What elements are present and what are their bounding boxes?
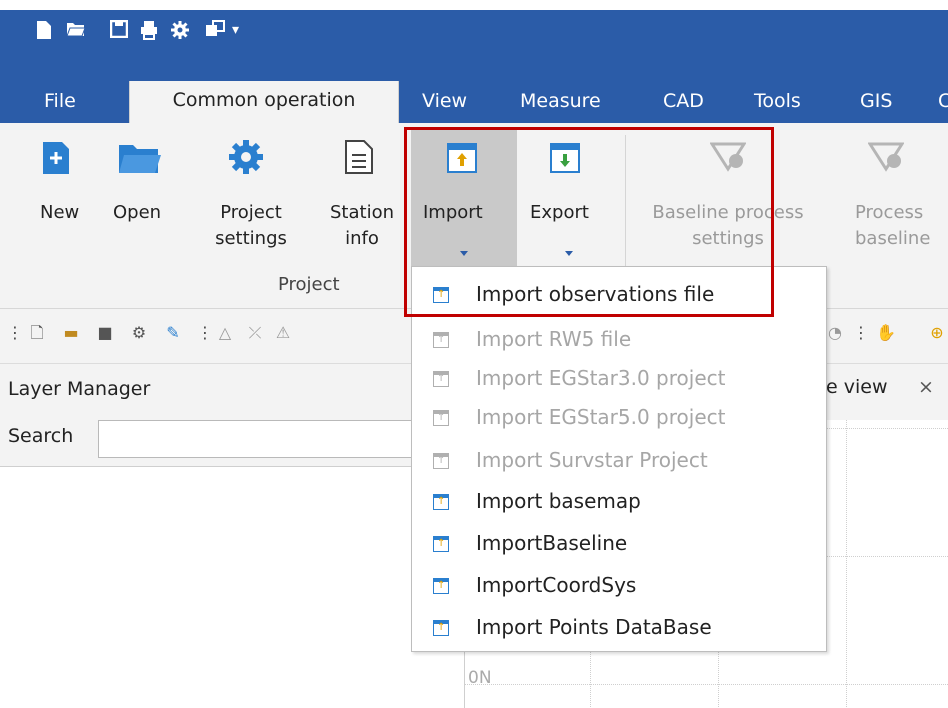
pan-hand-icon[interactable]: ✋: [876, 324, 896, 342]
new-file-icon[interactable]: [36, 20, 52, 45]
highlight-box: [404, 127, 774, 317]
import-file-icon: ↑: [433, 332, 449, 348]
view-tab-label[interactable]: e view: [826, 376, 887, 398]
edit-doc-small-icon[interactable]: ✎: [164, 324, 182, 342]
toolbar-separator-2-icon: ⋮: [853, 323, 869, 342]
menu-item-label: Import EGStar3.0 project: [476, 366, 726, 390]
gear-icon[interactable]: [228, 139, 264, 179]
toolbar-separator-icon: ⋮: [197, 323, 213, 342]
layer-search-input[interactable]: [98, 420, 464, 458]
settings-icon[interactable]: [170, 20, 190, 45]
grid-line-h3: [465, 684, 948, 685]
import-file-icon: ↑: [433, 410, 449, 426]
window-icon[interactable]: [205, 20, 225, 43]
process-baseline-button[interactable]: Process baseline: [855, 200, 948, 252]
menu-item-import-egstar3[interactable]: ↑ Import EGStar3.0 project: [412, 362, 826, 394]
import-dropdown-menu: ↑ Import observations file ↑ Import RW5 …: [411, 266, 827, 652]
process-baseline-line2: baseline: [855, 228, 931, 249]
baseline-tool-2-icon[interactable]: ⤫: [246, 324, 264, 342]
tool-partial-icon[interactable]: ◔: [826, 324, 844, 342]
grid-line-v3: [846, 420, 847, 707]
layer-tree-panel[interactable]: [0, 466, 465, 708]
station-info-line1: Station: [330, 202, 394, 223]
menu-item-label: Import RW5 file: [476, 327, 632, 351]
top-strip: [0, 0, 948, 10]
axis-label: 0N: [468, 668, 492, 688]
tab-tools[interactable]: Tools: [754, 82, 801, 122]
menu-item-import-basemap[interactable]: ↑ Import basemap: [412, 485, 826, 517]
search-label: Search: [8, 425, 74, 447]
menu-item-label: ImportBaseline: [476, 531, 628, 555]
menu-item-label: Import basemap: [476, 489, 641, 513]
import-file-icon: ↑: [433, 620, 449, 636]
menu-item-label: Import EGStar5.0 project: [476, 405, 726, 429]
baseline-tool-1-icon[interactable]: △: [216, 324, 234, 342]
toolbar-grip-icon: ⋮: [7, 323, 23, 342]
tab-more[interactable]: C: [938, 82, 948, 122]
save-icon[interactable]: [109, 19, 129, 43]
tab-measure[interactable]: Measure: [520, 82, 601, 122]
project-settings-line1: Project: [220, 202, 282, 223]
open-small-icon[interactable]: ▬: [62, 324, 80, 342]
station-info-button[interactable]: Station info: [316, 200, 408, 252]
baseline-tool-3-icon[interactable]: ⚠: [274, 324, 292, 342]
document-icon[interactable]: [344, 139, 374, 179]
menu-item-import-baseline[interactable]: ↑ ImportBaseline: [412, 527, 826, 559]
menu-item-import-egstar5[interactable]: ↑ Import EGStar5.0 project: [412, 401, 826, 433]
new-icon[interactable]: [42, 141, 70, 179]
import-file-icon: ↑: [433, 494, 449, 510]
menu-item-import-points-database[interactable]: ↑ Import Points DataBase: [412, 611, 826, 643]
import-file-icon: ↑: [433, 536, 449, 552]
process-baseline-icon[interactable]: [867, 141, 905, 177]
tab-gis[interactable]: GIS: [860, 82, 892, 122]
menu-item-import-rw5[interactable]: ↑ Import RW5 file: [412, 323, 826, 355]
zoom-in-icon[interactable]: ⊕: [928, 324, 946, 342]
station-info-line2: info: [345, 228, 379, 249]
project-settings-button[interactable]: Project settings: [205, 200, 297, 252]
process-baseline-line1: Process: [855, 202, 924, 223]
tab-cad[interactable]: CAD: [663, 82, 704, 122]
open-button[interactable]: Open: [113, 200, 161, 226]
menu-item-import-coordsys[interactable]: ↑ ImportCoordSys: [412, 569, 826, 601]
menu-item-label: Import Survstar Project: [476, 448, 708, 472]
new-button[interactable]: New: [40, 200, 79, 226]
new-doc-small-icon[interactable]: 🗋: [28, 324, 46, 342]
print-icon[interactable]: [140, 20, 158, 45]
menu-item-label: ImportCoordSys: [476, 573, 637, 597]
tab-common-operation[interactable]: Common operation: [129, 81, 399, 123]
customize-dropdown-icon[interactable]: ▾: [232, 20, 239, 40]
import-file-icon: ↑: [433, 453, 449, 469]
tab-view[interactable]: View: [422, 82, 467, 122]
tab-file[interactable]: File: [44, 82, 76, 122]
group-label-project: Project: [278, 274, 340, 295]
layer-manager-title: Layer Manager: [8, 378, 151, 400]
menu-item-label: Import Points DataBase: [476, 615, 712, 639]
open-folder-icon-large[interactable]: [118, 143, 162, 179]
menu-item-import-survstar[interactable]: ↑ Import Survstar Project: [412, 444, 826, 476]
import-file-icon: ↑: [433, 578, 449, 594]
view-tab-close-icon[interactable]: ×: [918, 376, 934, 398]
open-folder-icon[interactable]: [66, 20, 86, 43]
save-small-icon[interactable]: ■: [96, 324, 114, 342]
import-file-icon: ↑: [433, 371, 449, 387]
project-settings-line2: settings: [215, 228, 287, 249]
properties-small-icon[interactable]: ⚙: [130, 324, 148, 342]
